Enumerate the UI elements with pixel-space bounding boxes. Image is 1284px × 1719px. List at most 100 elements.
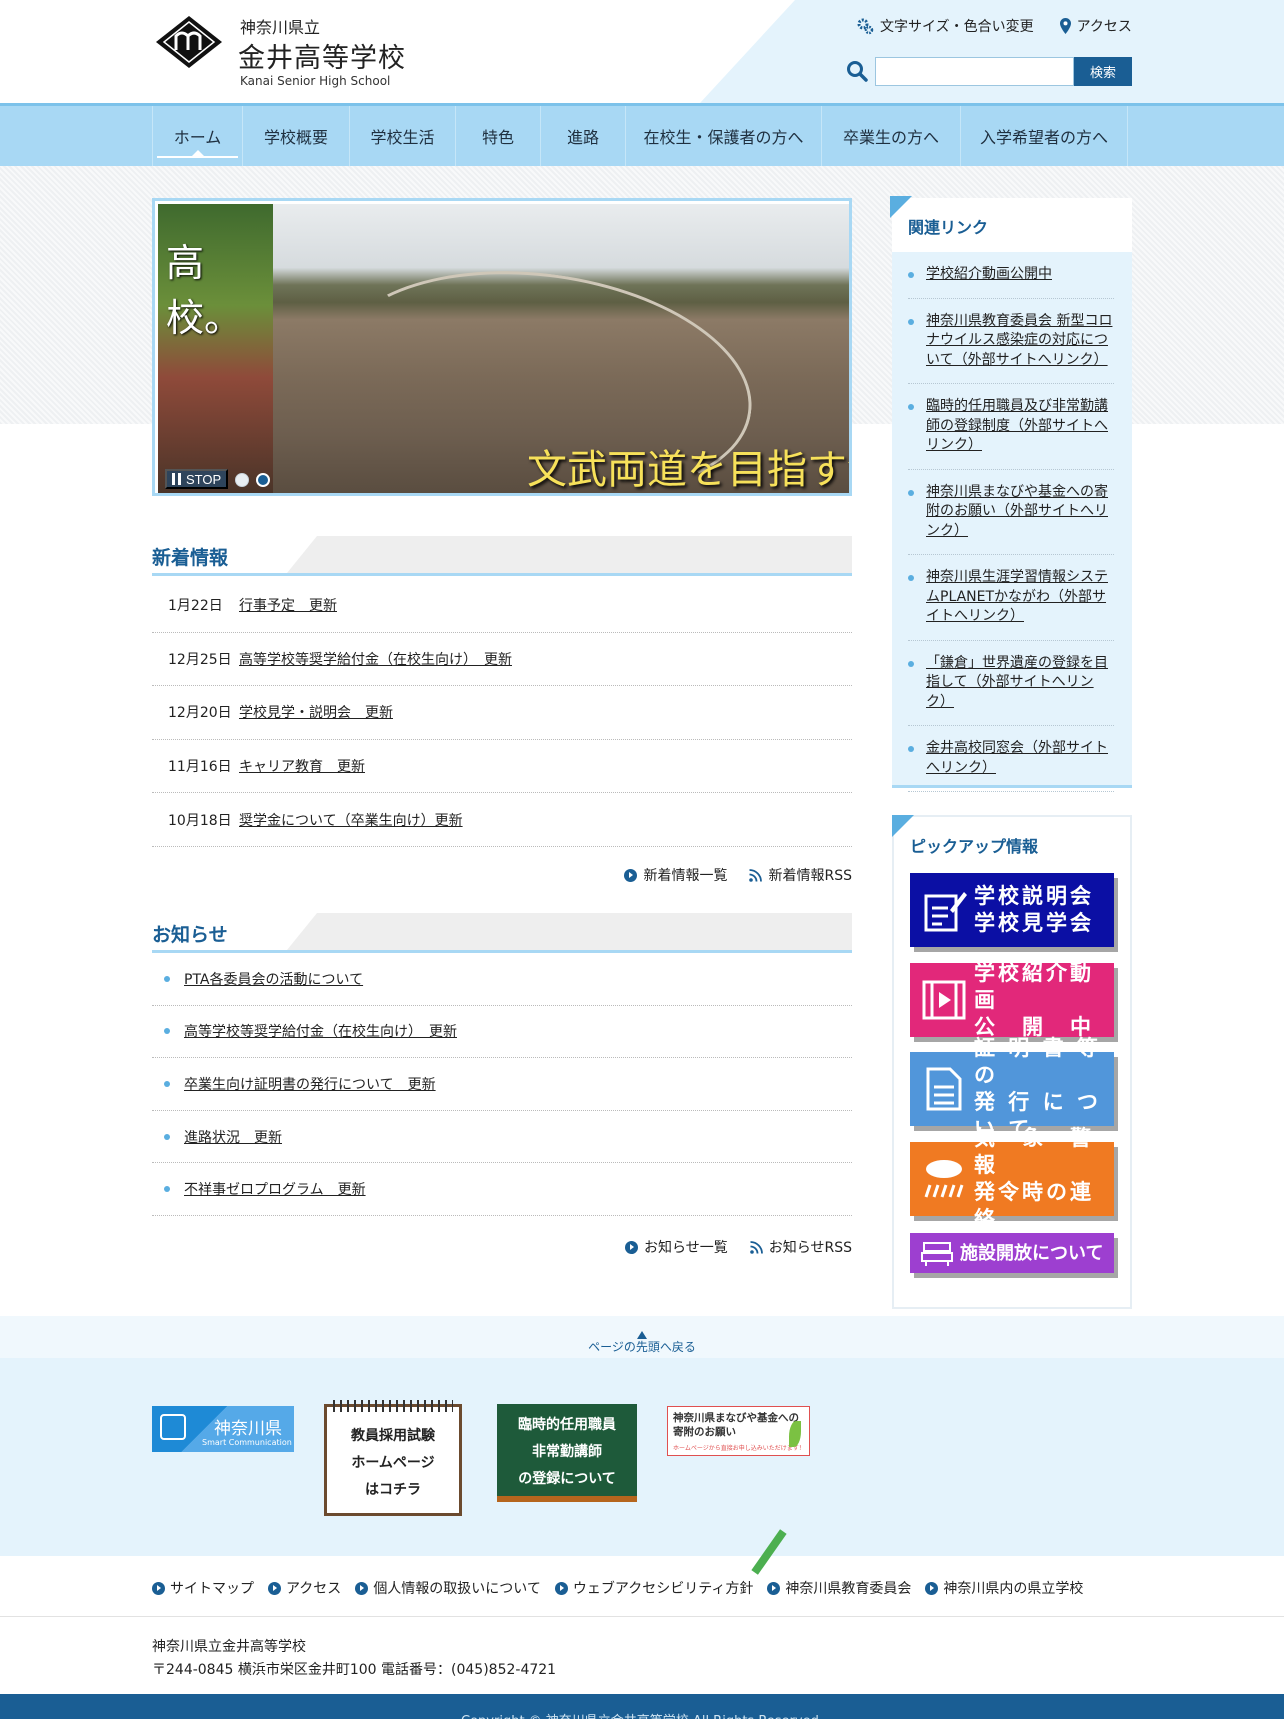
footer-link-label: 神奈川県教育委員会 xyxy=(785,1581,912,1597)
related-link[interactable]: 神奈川県まなびや基金への寄附のお願い（外部サイトへリンク） xyxy=(926,483,1114,542)
slider-dot-2[interactable] xyxy=(256,473,270,487)
nav-item-features[interactable]: 特色 xyxy=(456,106,541,166)
bullet-icon xyxy=(908,575,914,581)
notices-more-links: お知らせ一覧 お知らせRSS xyxy=(625,1237,852,1257)
notebook-rings-icon xyxy=(333,1400,453,1412)
bullet-icon xyxy=(164,1080,170,1087)
footer-link-board-of-education[interactable]: 神奈川県教育委員会 xyxy=(767,1578,911,1598)
related-links-title: 関連リンク xyxy=(908,218,989,237)
footer-link-prefectural-schools[interactable]: 神奈川県内の県立学校 xyxy=(925,1578,1083,1598)
related-link-item: 学校紹介動画公開中 xyxy=(908,252,1114,299)
news-link[interactable]: キャリア教育 更新 xyxy=(239,756,365,776)
footer-address: 〒244-0845 横浜市栄区金井町100 電話番号：(045)852-4721 xyxy=(152,1662,557,1678)
search-button[interactable]: 検索 xyxy=(1074,57,1132,86)
related-link-item: 「鎌倉」世界遺産の登録を目指して（外部サイトへリンク） xyxy=(908,641,1114,726)
footer-link-label: アクセス xyxy=(286,1581,342,1597)
nav-item-applicants[interactable]: 入学希望者の方へ xyxy=(961,106,1128,166)
pencil-icon xyxy=(751,1529,787,1575)
school-name-en: Kanai Senior High School xyxy=(240,74,391,88)
notice-link[interactable]: 不祥事ゼロプログラム 更新 xyxy=(184,1179,366,1199)
slider-dot-1[interactable] xyxy=(235,473,249,487)
pickup-label: 気 象 警 報 発令時の連絡 xyxy=(974,1126,1094,1231)
related-link-item: 神奈川県まなびや基金への寄附のお願い（外部サイトへリンク） xyxy=(908,470,1114,555)
news-link[interactable]: 学校見学・説明会 更新 xyxy=(239,702,393,722)
notice-item: 卒業生向け証明書の発行について 更新 xyxy=(152,1058,852,1111)
notices-list-link[interactable]: お知らせ一覧 xyxy=(625,1237,728,1257)
notices-rss-link[interactable]: お知らせRSS xyxy=(749,1237,852,1257)
news-rss-label: 新着情報RSS xyxy=(768,868,852,884)
news-list-link[interactable]: 新着情報一覧 xyxy=(624,865,727,885)
circle-arrow-icon xyxy=(554,1581,568,1595)
nav-item-school-life[interactable]: 学校生活 xyxy=(350,106,456,166)
temporary-staff-text: 臨時的任用職員 非常勤講師 の登録について xyxy=(518,1417,616,1487)
page-top-link[interactable]: ページの先頭へ戻る xyxy=(0,1316,1284,1358)
search-input[interactable] xyxy=(875,57,1074,86)
news-rss-link[interactable]: 新着情報RSS xyxy=(749,865,852,885)
related-link[interactable]: 「鎌倉」世界遺産の登録を目指して（外部サイトへリンク） xyxy=(926,654,1114,713)
pickup-certificate-button[interactable]: 証 明 書 等 の 発 行 に つ い て xyxy=(910,1036,1114,1141)
bullet-icon xyxy=(164,1133,170,1140)
slider-stop-button[interactable]: STOP xyxy=(165,469,229,489)
footer-link-accessibility[interactable]: ウェブアクセシビリティ方針 xyxy=(554,1578,753,1598)
circle-arrow-icon xyxy=(625,1240,639,1254)
related-link[interactable]: 学校紹介動画公開中 xyxy=(926,265,1052,285)
banner-area: 神奈川県 Smart Communication 教員採用試験 ホームページ は… xyxy=(0,1358,1284,1575)
news-list: 1月22日 行事予定 更新 12月25日 高等学校等奨学給付金（在校生向け） 更… xyxy=(152,579,852,847)
storm-icon xyxy=(924,1160,964,1198)
nav-item-overview[interactable]: 学校概要 xyxy=(243,106,350,166)
school-name[interactable]: 金井高等学校 xyxy=(238,36,406,75)
news-date: 12月25日 xyxy=(168,651,232,668)
circle-arrow-icon xyxy=(925,1581,939,1595)
news-list-label: 新着情報一覧 xyxy=(643,868,728,884)
news-item: 12月25日 高等学校等奨学給付金（在校生向け） 更新 xyxy=(152,633,852,687)
nav-item-students-parents[interactable]: 在校生・保護者の方へ xyxy=(626,106,822,166)
footer-link-sitemap[interactable]: サイトマップ xyxy=(152,1578,254,1598)
related-link[interactable]: 臨時的任用職員及び非常勤講師の登録制度（外部サイトへリンク） xyxy=(926,397,1114,456)
bullet-icon xyxy=(908,318,914,325)
related-link[interactable]: 神奈川県教育委員会 新型コロナウイルス感染症の対応について（外部サイトへリンク） xyxy=(926,312,1114,371)
access-link[interactable]: アクセス xyxy=(1059,16,1132,36)
bullet-icon xyxy=(908,660,914,667)
kanagawa-pref-banner[interactable]: 神奈川県 Smart Communication xyxy=(152,1406,294,1452)
pickup-intro-video-button[interactable]: 学校紹介動画 公 開 中 xyxy=(910,961,1114,1039)
school-emblem-icon[interactable] xyxy=(154,14,224,70)
notice-item: 進路状況 更新 xyxy=(152,1111,852,1164)
circle-arrow-icon xyxy=(355,1581,369,1595)
related-link[interactable]: 金井高校同窓会（外部サイトへリンク） xyxy=(926,739,1114,778)
pickup-school-info-session-button[interactable]: 学校説明会 学校見学会 xyxy=(910,873,1114,947)
nav-item-graduates[interactable]: 卒業生の方へ xyxy=(822,106,961,166)
teacher-recruitment-banner[interactable]: 教員採用試験 ホームページ はコチラ xyxy=(324,1400,787,1575)
nav-item-home[interactable]: ホーム xyxy=(153,106,243,166)
nav-item-career[interactable]: 進路 xyxy=(541,106,626,166)
news-title: 新着情報 xyxy=(152,547,229,569)
search-icon xyxy=(847,61,868,82)
footer-link-privacy[interactable]: 個人情報の取扱いについて xyxy=(355,1578,541,1598)
notices-rss-label: お知らせRSS xyxy=(768,1240,852,1256)
footer-link-label: 神奈川県内の県立学校 xyxy=(943,1581,1084,1597)
pickup-facility-opening-button[interactable]: 施設開放について xyxy=(910,1233,1114,1273)
pickup-weather-warning-button[interactable]: 気 象 警 報 発令時の連絡 xyxy=(910,1126,1114,1231)
notice-link[interactable]: 卒業生向け証明書の発行について 更新 xyxy=(184,1074,436,1094)
circle-arrow-icon xyxy=(624,868,638,882)
site-header: 神奈川県立 金井高等学校 Kanai Senior High School 文字… xyxy=(0,0,1284,103)
manabiya-fund-banner[interactable]: 神奈川県まなびや基金への 寄附のお願い ホームページから直接お申し込みいただけま… xyxy=(667,1406,810,1456)
notice-link[interactable]: 進路状況 更新 xyxy=(184,1127,282,1147)
footer-link-access[interactable]: アクセス xyxy=(268,1578,341,1598)
pickup-box: ピックアップ情報 学校説明会 学校見学会 学校紹介動画 公 開 中 証 明 書 … xyxy=(892,815,1132,1309)
notices-list-label: お知らせ一覧 xyxy=(644,1240,728,1256)
news-link[interactable]: 高等学校等奨学給付金（在校生向け） 更新 xyxy=(239,649,512,669)
font-color-settings-link[interactable]: 文字サイズ・色合い変更 xyxy=(856,16,1034,36)
news-link[interactable]: 奨学金について（卒業生向け）更新 xyxy=(239,810,463,830)
notice-link[interactable]: 高等学校等奨学給付金（在校生向け） 更新 xyxy=(184,1021,457,1041)
notice-link[interactable]: PTA各委員会の活動について xyxy=(184,969,363,989)
related-link-item: 神奈川県教育委員会 新型コロナウイルス感染症の対応について（外部サイトへリンク） xyxy=(908,299,1114,384)
news-item: 11月16日 キャリア教育 更新 xyxy=(152,740,852,794)
news-link[interactable]: 行事予定 更新 xyxy=(239,595,337,615)
related-link[interactable]: 神奈川県生涯学習情報システムPLANETかながわ（外部サイトへリンク） xyxy=(926,568,1114,627)
map-pin-icon xyxy=(1059,18,1071,34)
global-nav: ホーム 学校概要 学校生活 特色 進路 在校生・保護者の方へ 卒業生の方へ 入学… xyxy=(0,103,1284,166)
footer-school-name: 神奈川県立金井高等学校 xyxy=(152,1639,306,1655)
slider-stop-label: STOP xyxy=(186,471,222,487)
slide-left-text: 高校。 xyxy=(166,241,243,340)
temporary-staff-banner[interactable]: 臨時的任用職員 非常勤講師 の登録について xyxy=(497,1404,637,1502)
